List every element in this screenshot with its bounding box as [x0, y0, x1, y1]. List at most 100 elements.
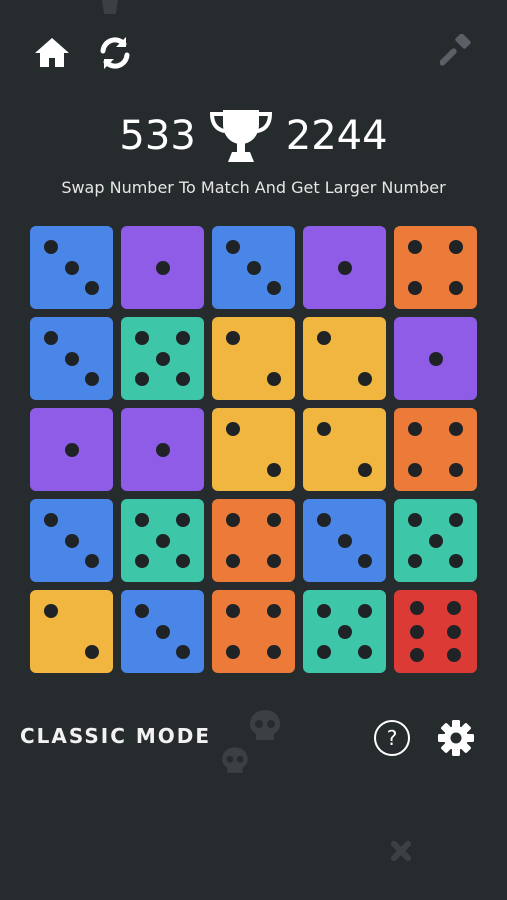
die-pip	[316, 512, 331, 527]
die-r5-c1[interactable]	[30, 590, 113, 673]
die-pip	[134, 330, 149, 345]
die-pip	[176, 330, 191, 345]
die-pip	[316, 645, 331, 660]
background-skull-decoration	[250, 710, 280, 740]
die-pip	[225, 554, 240, 569]
die-pip	[267, 463, 282, 478]
die-pip	[449, 463, 464, 478]
die-pip	[176, 554, 191, 569]
die-pip	[337, 260, 352, 275]
trophy-icon	[209, 110, 272, 162]
die-r4-c2[interactable]	[121, 499, 204, 582]
die-pip	[267, 512, 282, 527]
restart-button[interactable]	[95, 33, 135, 73]
die-pip	[155, 533, 170, 548]
die-r2-c1[interactable]	[30, 317, 113, 400]
die-pip	[358, 554, 373, 569]
background-bone-decoration	[390, 840, 412, 862]
die-pip	[43, 512, 58, 527]
die-r1-c1[interactable]	[30, 226, 113, 309]
die-pip	[85, 281, 100, 296]
die-pip	[225, 645, 240, 660]
die-r1-c5[interactable]	[394, 226, 477, 309]
help-button[interactable]: ?	[374, 720, 410, 756]
die-pip	[358, 603, 373, 618]
die-r2-c5[interactable]	[394, 317, 477, 400]
die-r3-c3[interactable]	[212, 408, 295, 491]
dice-board	[30, 226, 477, 673]
hammer-icon	[439, 33, 471, 66]
current-score: 533	[119, 113, 196, 159]
die-pip	[43, 603, 58, 618]
die-r1-c4[interactable]	[303, 226, 386, 309]
die-pip	[64, 442, 79, 457]
die-pip	[410, 601, 425, 616]
die-pip	[64, 260, 79, 275]
die-r2-c4[interactable]	[303, 317, 386, 400]
die-pip	[267, 645, 282, 660]
die-pip	[225, 421, 240, 436]
die-r4-c1[interactable]	[30, 499, 113, 582]
die-pip	[134, 603, 149, 618]
best-score: 2244	[285, 113, 388, 159]
die-r2-c2[interactable]	[121, 317, 204, 400]
die-r4-c4[interactable]	[303, 499, 386, 582]
help-icon: ?	[386, 726, 398, 750]
die-pip	[85, 372, 100, 387]
die-pip	[43, 330, 58, 345]
die-pip	[449, 281, 464, 296]
die-pip	[155, 442, 170, 457]
die-r5-c5[interactable]	[394, 590, 477, 673]
die-r1-c3[interactable]	[212, 226, 295, 309]
home-button[interactable]	[32, 33, 72, 73]
hammer-button[interactable]	[439, 33, 474, 68]
die-pip	[267, 554, 282, 569]
die-pip	[410, 624, 425, 639]
die-r5-c4[interactable]	[303, 590, 386, 673]
die-pip	[43, 239, 58, 254]
die-r2-c3[interactable]	[212, 317, 295, 400]
die-pip	[449, 421, 464, 436]
die-pip	[155, 624, 170, 639]
die-pip	[64, 351, 79, 366]
die-pip	[410, 647, 425, 662]
die-pip	[225, 330, 240, 345]
die-r3-c5[interactable]	[394, 408, 477, 491]
die-pip	[428, 533, 443, 548]
die-pip	[267, 372, 282, 387]
die-pip	[155, 260, 170, 275]
die-pip	[407, 281, 422, 296]
die-r3-c4[interactable]	[303, 408, 386, 491]
die-pip	[134, 512, 149, 527]
die-pip	[446, 624, 461, 639]
die-pip	[225, 512, 240, 527]
score-bar: 533 2244	[0, 106, 507, 166]
gear-icon	[438, 720, 474, 756]
mode-label: CLASSIC MODE	[20, 724, 212, 748]
die-pip	[246, 260, 261, 275]
die-pip	[449, 512, 464, 527]
die-r4-c3[interactable]	[212, 499, 295, 582]
die-pip	[446, 647, 461, 662]
die-r3-c1[interactable]	[30, 408, 113, 491]
die-pip	[337, 624, 352, 639]
die-r1-c2[interactable]	[121, 226, 204, 309]
die-pip	[64, 533, 79, 548]
die-pip	[449, 554, 464, 569]
die-pip	[407, 239, 422, 254]
die-pip	[446, 601, 461, 616]
die-pip	[407, 554, 422, 569]
die-pip	[134, 554, 149, 569]
instruction-text: Swap Number To Match And Get Larger Numb…	[61, 178, 446, 197]
die-r5-c2[interactable]	[121, 590, 204, 673]
die-pip	[316, 421, 331, 436]
die-r3-c2[interactable]	[121, 408, 204, 491]
die-r5-c3[interactable]	[212, 590, 295, 673]
die-pip	[337, 533, 352, 548]
die-pip	[407, 512, 422, 527]
die-r4-c5[interactable]	[394, 499, 477, 582]
settings-button[interactable]	[437, 719, 475, 757]
die-pip	[267, 281, 282, 296]
restart-icon	[100, 37, 130, 69]
die-pip	[316, 330, 331, 345]
